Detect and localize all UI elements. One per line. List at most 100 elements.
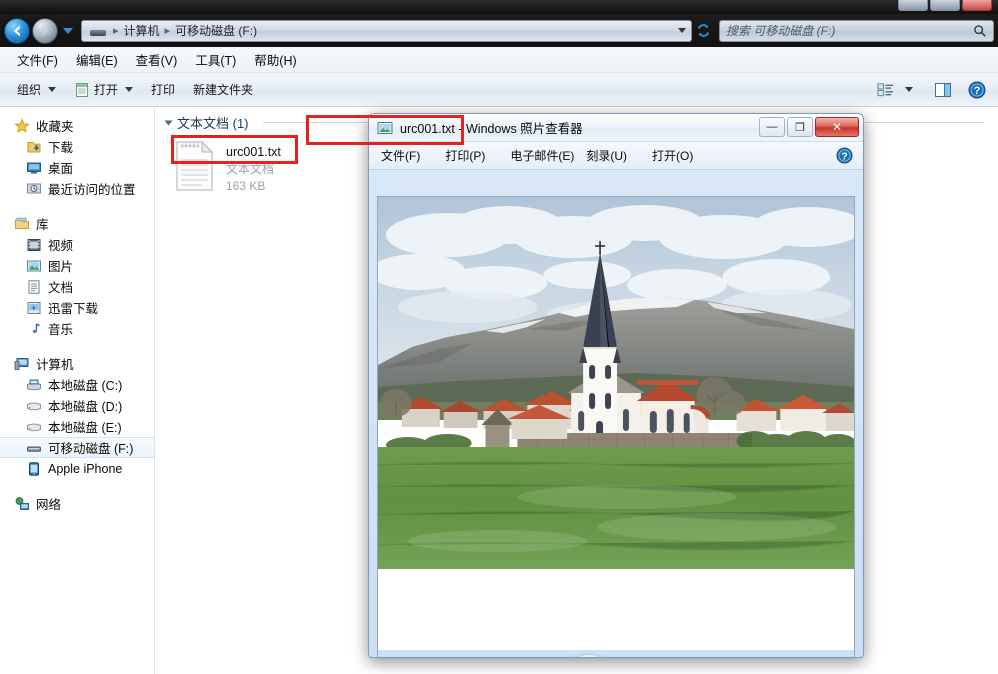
menu-label: 文件(F) bbox=[381, 149, 421, 163]
preview-pane-icon[interactable] bbox=[932, 79, 954, 101]
explorer-toolbar: 组织 打开 打印 新建文件夹 ? bbox=[0, 73, 998, 107]
collapse-triangle-icon[interactable] bbox=[164, 120, 173, 125]
sidebar-item-thunder-download[interactable]: 迅雷下载 bbox=[0, 297, 154, 318]
open-button[interactable]: 打开 bbox=[65, 77, 142, 102]
sidebar-item-recent-places[interactable]: 最近访问的位置 bbox=[0, 178, 154, 199]
sidebar-group-computer: 计算机 本地磁盘 (C:) 本地磁盘 (D:) 本地磁盘 (E:) 可移动磁盘 … bbox=[0, 353, 154, 479]
breadcrumb-computer[interactable]: 计算机 bbox=[122, 22, 162, 39]
chevron-down-icon[interactable] bbox=[675, 21, 689, 41]
desktop-icon bbox=[26, 160, 42, 176]
star-icon bbox=[14, 117, 30, 134]
sidebar-label: 可移动磁盘 (F:) bbox=[48, 442, 134, 456]
search-input[interactable]: 搜索 可移动磁盘 (F:) bbox=[719, 19, 994, 42]
chevron-down-icon bbox=[48, 87, 57, 92]
viewer-menu-burn[interactable]: 刻录(U) bbox=[580, 144, 646, 167]
search-placeholder: 搜索 可移动磁盘 (F:) bbox=[726, 24, 836, 38]
image-canvas[interactable] bbox=[377, 196, 855, 657]
sidebar-item-videos[interactable]: 视频 bbox=[0, 234, 154, 255]
system-drive-icon bbox=[26, 377, 42, 393]
sidebar-label: 桌面 bbox=[48, 162, 74, 176]
address-bar-row: ▸ 计算机 ▸ 可移动磁盘 (F:) 搜索 可移动磁盘 (F:) bbox=[0, 14, 998, 47]
sidebar-item-documents[interactable]: 文档 bbox=[0, 276, 154, 297]
sidebar-item-drive-c[interactable]: 本地磁盘 (C:) bbox=[0, 374, 154, 395]
explorer-menubar: 文件(F) 编辑(E) 查看(V) 工具(T) 帮助(H) bbox=[0, 47, 998, 73]
back-icon[interactable] bbox=[4, 17, 30, 44]
menu-file[interactable]: 文件(F) bbox=[8, 47, 67, 72]
new-folder-button[interactable]: 新建文件夹 bbox=[184, 77, 262, 102]
sidebar-item-computer[interactable]: 计算机 bbox=[0, 353, 154, 374]
thunder-download-icon bbox=[26, 300, 42, 316]
list-item[interactable]: urc001.txt 文本文档 163 KB bbox=[156, 134, 386, 195]
sidebar-label: 计算机 bbox=[36, 358, 74, 372]
menu-edit[interactable]: 编辑(E) bbox=[67, 47, 127, 72]
search-icon bbox=[974, 24, 986, 37]
sidebar-label: 网络 bbox=[36, 498, 62, 512]
svg-text:?: ? bbox=[841, 151, 847, 162]
viewer-titlebar: urc001.txt - Windows 照片查看器 — ❐ ✕ bbox=[369, 114, 863, 142]
sidebar-label: 文档 bbox=[48, 281, 74, 295]
file-name[interactable]: urc001.txt bbox=[226, 144, 281, 161]
menu-label: 刻录(U) bbox=[586, 149, 627, 163]
sidebar-item-network[interactable]: 网络 bbox=[0, 493, 154, 514]
sidebar-item-favorites[interactable]: 收藏夹 bbox=[0, 115, 154, 136]
viewer-menu-file[interactable]: 文件(F) bbox=[375, 144, 439, 167]
viewer-menu-open[interactable]: 打开(O) bbox=[646, 144, 712, 167]
drive-icon bbox=[26, 398, 42, 414]
viewer-menu-email[interactable]: 电子邮件(E) bbox=[504, 144, 580, 167]
sidebar-item-drive-e[interactable]: 本地磁盘 (E:) bbox=[0, 416, 154, 437]
sidebar-item-pictures[interactable]: 图片 bbox=[0, 255, 154, 276]
navigation-pane[interactable]: 收藏夹 下载 桌面 最近访问的位置 库 视频 图片 文档 迅雷下载 音乐 计算机… bbox=[0, 107, 155, 674]
refresh-icon[interactable] bbox=[693, 21, 713, 41]
view-layout-icon[interactable] bbox=[874, 79, 896, 101]
forward-icon[interactable] bbox=[32, 17, 58, 44]
chevron-down-icon[interactable] bbox=[898, 79, 920, 101]
file-size: 163 KB bbox=[226, 179, 266, 193]
play-slideshow-button[interactable] bbox=[564, 654, 613, 657]
file-meta: urc001.txt 文本文档 163 KB bbox=[226, 140, 281, 195]
history-dropdown-icon[interactable] bbox=[63, 27, 73, 34]
sidebar-item-drive-f[interactable]: 可移动磁盘 (F:) bbox=[0, 437, 154, 458]
sidebar-item-desktop[interactable]: 桌面 bbox=[0, 157, 154, 178]
address-bar[interactable]: ▸ 计算机 ▸ 可移动磁盘 (F:) bbox=[81, 19, 692, 42]
organize-button[interactable]: 组织 bbox=[8, 77, 65, 102]
close-button[interactable]: ✕ bbox=[815, 117, 859, 137]
sidebar-label: 库 bbox=[36, 218, 49, 232]
photo-viewer-window[interactable]: urc001.txt - Windows 照片查看器 — ❐ ✕ 文件(F) 打… bbox=[368, 113, 864, 658]
menu-view[interactable]: 查看(V) bbox=[127, 47, 187, 72]
sidebar-label: 本地磁盘 (D:) bbox=[48, 400, 123, 414]
menu-tools[interactable]: 工具(T) bbox=[186, 47, 245, 72]
viewer-toolbar bbox=[378, 650, 854, 657]
minimize-button[interactable]: — bbox=[759, 117, 785, 137]
viewer-menu-print[interactable]: 打印(P) bbox=[439, 144, 504, 167]
sidebar-item-drive-d[interactable]: 本地磁盘 (D:) bbox=[0, 395, 154, 416]
help-icon[interactable]: ? bbox=[836, 147, 853, 164]
breadcrumb-separator: ▸ bbox=[113, 25, 119, 37]
sidebar-label: 迅雷下载 bbox=[48, 302, 99, 316]
print-button[interactable]: 打印 bbox=[142, 77, 184, 102]
help-icon[interactable]: ? bbox=[966, 79, 988, 101]
library-icon bbox=[14, 216, 30, 232]
menu-help[interactable]: 帮助(H) bbox=[245, 47, 305, 72]
restore-button[interactable] bbox=[930, 0, 960, 11]
sidebar-item-apple-iphone[interactable]: Apple iPhone bbox=[0, 458, 154, 479]
sidebar-item-downloads[interactable]: 下载 bbox=[0, 136, 154, 157]
phone-icon bbox=[26, 461, 42, 477]
photo-image[interactable] bbox=[378, 197, 854, 569]
sidebar-item-music[interactable]: 音乐 bbox=[0, 318, 154, 339]
text-file-icon bbox=[174, 140, 216, 192]
sidebar-group-network: 网络 bbox=[0, 493, 154, 514]
screen: ▸ 计算机 ▸ 可移动磁盘 (F:) 搜索 可移动磁盘 (F:) 文件(F) 编… bbox=[0, 0, 998, 674]
breadcrumb-drive[interactable]: 可移动磁盘 (F:) bbox=[173, 22, 259, 39]
sidebar-label: Apple iPhone bbox=[48, 461, 123, 476]
close-button[interactable] bbox=[962, 0, 992, 11]
minimize-button[interactable] bbox=[898, 0, 928, 11]
sidebar-item-libraries[interactable]: 库 bbox=[0, 213, 154, 234]
viewer-window-controls: — ❐ ✕ bbox=[759, 117, 859, 137]
network-icon bbox=[14, 496, 30, 512]
pictures-icon bbox=[26, 258, 42, 274]
chevron-down-icon bbox=[125, 87, 134, 92]
restore-button[interactable]: ❐ bbox=[787, 117, 813, 137]
notepad-icon bbox=[76, 82, 89, 97]
